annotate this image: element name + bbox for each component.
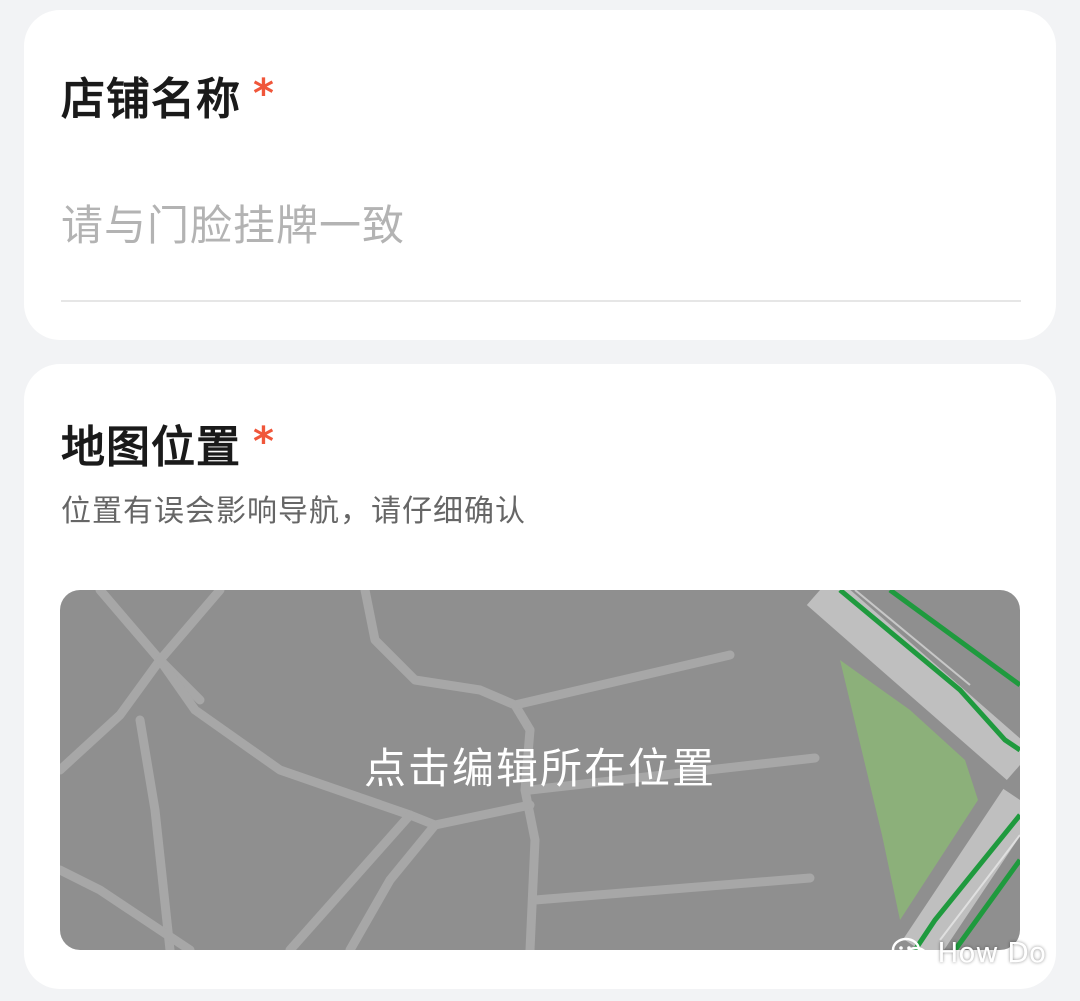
edit-location-label: 点击编辑所在位置 xyxy=(363,743,716,793)
shop-name-card: 店铺名称 * xyxy=(24,10,1056,340)
wechat-icon xyxy=(892,937,929,967)
map-title-row: 地图位置 * xyxy=(61,420,274,476)
shop-name-title: 店铺名称 xyxy=(61,74,241,125)
required-mark: * xyxy=(253,71,274,117)
shop-name-input[interactable] xyxy=(61,190,1021,260)
map-location-card: 地图位置 * 位置有误会影响导航，请仔细确认 点击编辑所在位置 xyxy=(24,364,1056,989)
input-underline xyxy=(61,300,1021,302)
map-location-hint: 位置有误会影响导航，请仔细确认 xyxy=(61,494,526,529)
watermark: How Do xyxy=(891,936,1046,969)
map-preview[interactable]: 点击编辑所在位置 xyxy=(60,590,1020,950)
shop-name-title-row: 店铺名称 * xyxy=(61,72,274,128)
required-mark: * xyxy=(253,419,274,465)
map-location-title: 地图位置 xyxy=(61,422,241,473)
watermark-text: How Do xyxy=(937,936,1046,969)
